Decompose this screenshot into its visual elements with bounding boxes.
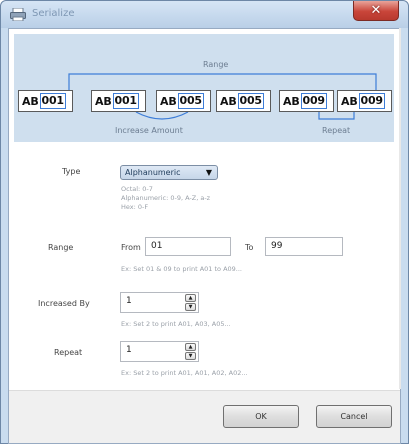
decrement-button[interactable]: ▼ bbox=[185, 352, 196, 360]
serial-number: 005 bbox=[177, 93, 204, 109]
increment-button[interactable]: ▲ bbox=[185, 294, 196, 302]
serial-sample: AB 001 bbox=[18, 90, 73, 112]
serial-number: 001 bbox=[39, 93, 66, 109]
repeat-hint: Ex: Set 2 to print A01, A01, A02, A02... bbox=[121, 369, 248, 377]
increased-by-label: Increased By bbox=[38, 299, 90, 308]
type-label: Type bbox=[62, 167, 81, 176]
from-label: From bbox=[121, 243, 141, 252]
title-bar[interactable]: Serialize ✕ bbox=[1, 1, 408, 28]
serial-prefix: AB bbox=[95, 94, 112, 108]
increased-by-stepper[interactable]: 1 ▲ ▼ bbox=[120, 292, 199, 313]
serial-prefix: AB bbox=[220, 94, 237, 108]
increased-by-value: 1 bbox=[126, 296, 132, 306]
close-button[interactable]: ✕ bbox=[353, 1, 399, 21]
serial-sample: AB 009 bbox=[337, 90, 392, 112]
serial-sample: AB 005 bbox=[216, 90, 271, 112]
serial-prefix: AB bbox=[341, 94, 358, 108]
printer-icon bbox=[10, 8, 26, 21]
cancel-button[interactable]: Cancel bbox=[316, 405, 392, 428]
type-hint: Alphanumeric: 0-9, A-Z, a-z bbox=[121, 194, 211, 202]
serial-number: 009 bbox=[358, 93, 385, 109]
serial-number: 005 bbox=[237, 93, 264, 109]
type-select[interactable]: Alphanumeric ▼ bbox=[120, 165, 218, 180]
serial-prefix: AB bbox=[160, 94, 177, 108]
divider bbox=[399, 28, 401, 389]
serial-number: 001 bbox=[112, 93, 139, 109]
increased-by-hint: Ex: Set 2 to print A01, A03, A05... bbox=[121, 320, 231, 328]
range-label: Range bbox=[48, 243, 74, 252]
window-title: Serialize bbox=[32, 8, 75, 19]
decrement-button[interactable]: ▼ bbox=[185, 303, 196, 311]
type-select-value: Alphanumeric bbox=[125, 168, 181, 177]
serial-sample: AB 005 bbox=[156, 90, 211, 112]
serial-prefix: AB bbox=[22, 94, 39, 108]
repeat-stepper[interactable]: 1 ▲ ▼ bbox=[120, 341, 199, 362]
range-hint: Ex: Set 01 & 09 to print A01 to A09... bbox=[121, 265, 242, 273]
serial-number: 009 bbox=[300, 93, 327, 109]
illustration-increase-label: Increase Amount bbox=[115, 126, 183, 135]
chevron-down-icon: ▼ bbox=[205, 168, 212, 177]
type-hint: Hex: 0-F bbox=[121, 203, 149, 211]
type-hint: Octal: 0-7 bbox=[121, 185, 153, 193]
serial-prefix: AB bbox=[283, 94, 300, 108]
to-input[interactable]: 99 bbox=[265, 237, 343, 256]
serial-sample: AB 009 bbox=[279, 90, 334, 112]
serial-sample: AB 001 bbox=[91, 90, 146, 112]
to-label: To bbox=[245, 243, 254, 252]
close-icon: ✕ bbox=[370, 3, 382, 18]
serialize-illustration: Range Increase Amount Repeat AB 001 AB 001… bbox=[14, 34, 394, 142]
ok-button[interactable]: OK bbox=[223, 405, 299, 428]
repeat-label: Repeat bbox=[54, 348, 83, 357]
increment-button[interactable]: ▲ bbox=[185, 343, 196, 351]
from-input[interactable]: 01 bbox=[145, 237, 231, 256]
repeat-value: 1 bbox=[126, 345, 132, 355]
illustration-range-label: Range bbox=[203, 60, 229, 69]
illustration-repeat-label: Repeat bbox=[322, 126, 351, 135]
